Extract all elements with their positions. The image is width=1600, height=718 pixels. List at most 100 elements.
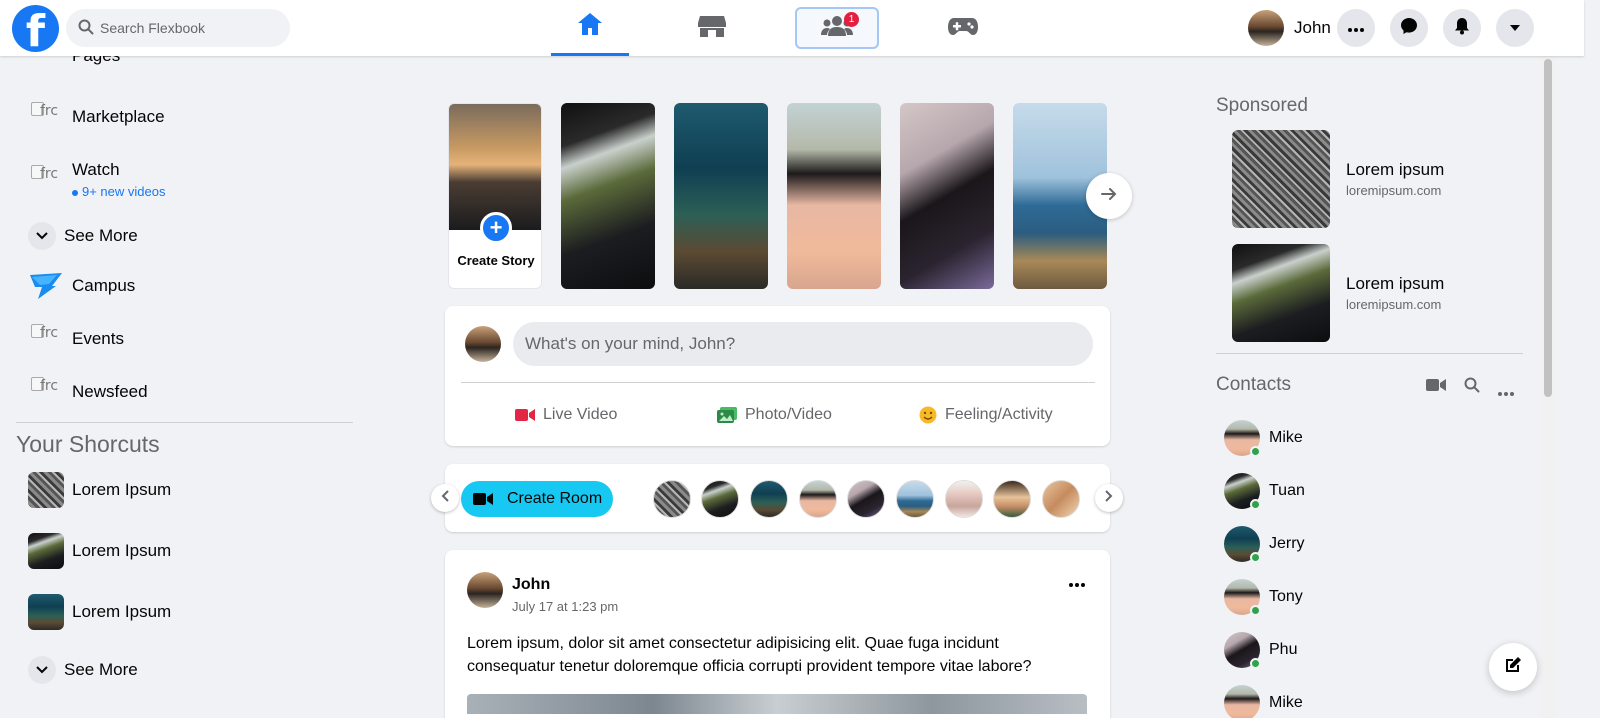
story-card[interactable] <box>900 103 994 289</box>
sponsored-title: Sponsored <box>1216 95 1308 116</box>
post-image[interactable] <box>467 694 1087 714</box>
sidebar-item-label: Events <box>72 329 124 348</box>
tab-marketplace[interactable] <box>673 0 751 56</box>
contact-name: Mike <box>1269 694 1303 711</box>
contact-avatar <box>1224 420 1261 457</box>
shortcut-thumbnail <box>28 533 64 569</box>
sidebar-item-campus[interactable]: Campus <box>28 268 135 304</box>
marketplace-icon: frc <box>28 99 64 135</box>
shortcut-item[interactable]: Lorem Ipsum <box>28 533 171 569</box>
menu-button[interactable] <box>1337 9 1375 47</box>
post-timestamp[interactable]: July 17 at 1:23 pm <box>512 599 618 614</box>
story-card[interactable] <box>787 103 881 289</box>
sidebar-item-label: Watch <box>72 160 120 179</box>
contact-avatar <box>1224 685 1260 718</box>
watch-icon: frc <box>28 162 64 198</box>
contact-item[interactable]: Mike <box>1224 419 1303 457</box>
online-status-dot <box>1250 552 1261 563</box>
account-dropdown-button[interactable] <box>1496 9 1534 47</box>
flexbook-logo[interactable]: f <box>12 5 59 52</box>
contact-name: Tuan <box>1269 482 1305 499</box>
sidebar-item-marketplace[interactable]: frc Marketplace <box>28 99 165 135</box>
room-avatar[interactable] <box>750 480 788 518</box>
contacts-title: Contacts <box>1216 374 1291 395</box>
scrollbar-thumb[interactable] <box>1544 59 1552 397</box>
shortcut-label: Lorem Ipsum <box>72 541 172 560</box>
contact-item[interactable]: Jerry <box>1224 525 1305 563</box>
create-room-button[interactable]: Create Room <box>461 481 613 517</box>
events-icon: frc <box>28 321 64 357</box>
search-input[interactable] <box>100 9 285 47</box>
chevron-right-icon <box>1105 489 1113 507</box>
notifications-button[interactable] <box>1443 9 1481 47</box>
contact-avatar <box>1224 579 1261 616</box>
post-author-avatar[interactable] <box>467 572 503 608</box>
contact-avatar <box>1224 526 1261 563</box>
sponsored-url: loremipsum.com <box>1346 297 1442 312</box>
contact-item[interactable]: Mike <box>1224 684 1303 718</box>
contact-item[interactable]: Tony <box>1224 578 1303 616</box>
room-avatar[interactable] <box>701 480 739 518</box>
tab-groups[interactable]: 1 <box>795 7 879 49</box>
messenger-button[interactable] <box>1390 9 1428 47</box>
stories-next-button[interactable] <box>1086 173 1132 219</box>
contact-avatar <box>1224 632 1261 669</box>
shortcut-item[interactable]: Lorem Ipsum <box>28 472 171 508</box>
live-video-button[interactable]: Live Video <box>515 400 617 430</box>
contact-item[interactable]: Tuan <box>1224 472 1305 510</box>
sponsored-name: Lorem ipsum <box>1346 274 1445 293</box>
room-avatar[interactable] <box>896 480 934 518</box>
room-avatar[interactable] <box>847 480 885 518</box>
room-avatar[interactable] <box>1042 480 1080 518</box>
contacts-options-button[interactable] <box>1498 383 1514 401</box>
room-avatar[interactable] <box>945 480 983 518</box>
video-call-button[interactable] <box>1426 378 1446 397</box>
profile-chip[interactable]: John <box>1248 10 1331 46</box>
shortcut-item[interactable]: Lorem Ipsum <box>28 594 171 630</box>
rooms-prev-button[interactable] <box>431 484 459 512</box>
room-avatar[interactable] <box>993 480 1031 518</box>
sidebar-item-newsfeed[interactable]: frc Newsfeed <box>28 374 148 410</box>
story-card[interactable] <box>674 103 768 289</box>
profile-name: John <box>1294 18 1331 37</box>
feeling-activity-button[interactable]: Feeling/Activity <box>919 400 1053 430</box>
sidebar-item-events[interactable]: frc Events <box>28 321 124 357</box>
sidebar-item-label: Campus <box>72 276 136 295</box>
shortcuts-see-more-button[interactable]: See More <box>28 656 138 684</box>
page-scrollbar[interactable] <box>1540 56 1556 718</box>
search-box[interactable] <box>66 9 290 47</box>
sidebar-see-more-button[interactable]: See More <box>28 222 138 250</box>
story-card[interactable] <box>561 103 655 289</box>
tab-gaming[interactable] <box>924 0 1002 56</box>
groups-notification-badge: 1 <box>844 12 859 27</box>
sponsored-item[interactable]: Lorem ipsum loremipsum.com <box>1232 244 1562 342</box>
store-icon <box>697 14 727 43</box>
composer-input[interactable]: What's on your mind, John? <box>513 322 1093 366</box>
tab-home[interactable] <box>551 0 629 56</box>
shortcut-label: Lorem Ipsum <box>72 602 172 621</box>
video-camera-icon <box>473 492 493 506</box>
sponsored-item[interactable]: Lorem ipsum loremipsum.com <box>1232 130 1562 228</box>
post-author[interactable]: John <box>512 576 550 594</box>
room-avatar[interactable] <box>653 480 691 518</box>
contact-item[interactable]: Phu <box>1224 631 1297 669</box>
shortcut-label: Lorem Ipsum <box>72 480 172 499</box>
post-options-button[interactable] <box>1069 574 1085 592</box>
smiley-icon <box>919 406 937 424</box>
new-message-button[interactable] <box>1489 643 1537 691</box>
contact-name: Phu <box>1269 641 1298 658</box>
photo-video-button[interactable]: Photo/Video <box>717 400 832 430</box>
watch-new-videos-note: 9+ new videos <box>72 184 165 199</box>
new-dot-icon <box>72 189 78 196</box>
rooms-next-button[interactable] <box>1095 484 1123 512</box>
sidebar-item-label: See More <box>64 660 138 679</box>
more-dots-icon <box>1069 574 1085 591</box>
room-avatar[interactable] <box>799 480 837 518</box>
avatar <box>465 326 501 362</box>
chevron-down-icon <box>28 656 56 684</box>
online-status-dot <box>1250 446 1261 457</box>
online-status-dot <box>1250 658 1261 669</box>
contacts-search-button[interactable] <box>1464 377 1480 398</box>
create-story-card[interactable]: + Create Story <box>448 103 542 289</box>
avatar <box>1248 10 1284 46</box>
